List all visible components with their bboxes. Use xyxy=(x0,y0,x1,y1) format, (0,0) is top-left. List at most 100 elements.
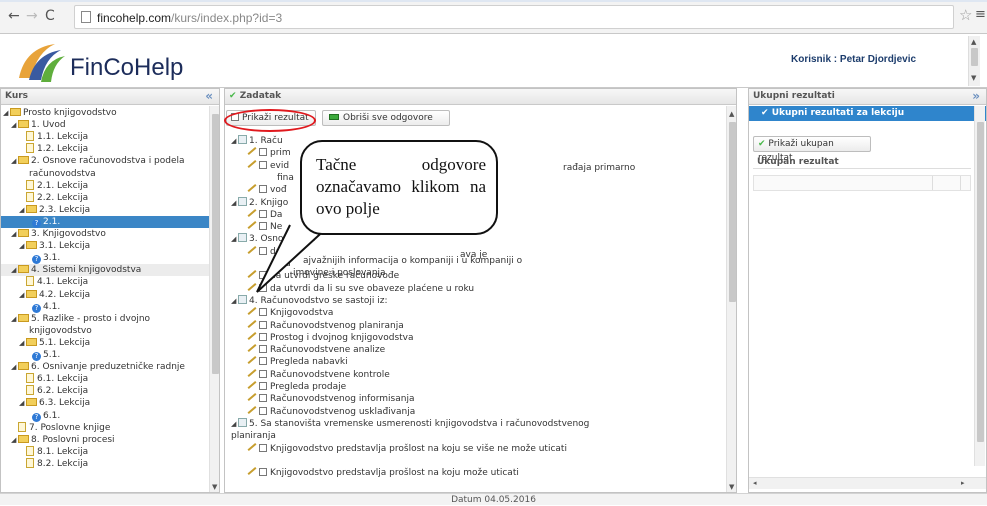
tree-scrollbar[interactable]: ▼ xyxy=(209,106,219,492)
answer-checkbox[interactable] xyxy=(259,320,267,329)
expand-icon[interactable]: ◢ xyxy=(11,361,18,373)
expand-icon[interactable]: ◢ xyxy=(11,119,18,131)
tree-item[interactable]: ◢ 4.2. Lekcija xyxy=(1,289,209,301)
tree-item[interactable]: ◢ 5. Razlike - prosto i dvojno xyxy=(1,313,209,325)
tree-item-quiz[interactable]: ? 4.1. xyxy=(1,301,209,313)
tree-item[interactable]: 6.2. Lekcija xyxy=(1,385,209,397)
tree-item[interactable]: ◢ Prosto knjigovodstvo xyxy=(1,107,209,119)
tree-item[interactable]: ◢ 6.3. Lekcija xyxy=(1,397,209,409)
expand-icon[interactable]: ◢ xyxy=(19,397,26,409)
answer-checkbox[interactable] xyxy=(259,185,267,194)
answer-row[interactable]: Računovodstvenog usklađivanja xyxy=(247,405,415,418)
answer-checkbox[interactable] xyxy=(259,406,267,415)
expand-icon[interactable]: ◢ xyxy=(11,155,18,167)
answer-checkbox[interactable] xyxy=(259,148,267,157)
show-total-button[interactable]: ✔ Prikaži ukupan rezultat xyxy=(753,136,871,163)
folder-icon xyxy=(18,120,29,129)
expand-icon[interactable]: ◢ xyxy=(231,197,238,209)
tree-item[interactable]: 6.1. Lekcija xyxy=(1,373,209,385)
tree-item[interactable]: 2.1. Lekcija xyxy=(1,179,209,192)
logo[interactable]: FinCoHelp xyxy=(15,40,185,84)
answer-row[interactable]: prim xyxy=(247,147,291,159)
answer-row[interactable]: Računovodstvenog planiranja xyxy=(247,319,404,332)
expand-icon[interactable]: ◢ xyxy=(11,434,18,446)
tree-item[interactable]: ◢ 3. Knjigovodstvo xyxy=(1,228,209,240)
forward-icon[interactable]: → xyxy=(26,9,38,23)
expand-icon[interactable]: ◢ xyxy=(11,228,18,240)
expand-icon[interactable]: ◢ xyxy=(231,418,238,430)
tree-item-label: 6.1. xyxy=(43,410,61,421)
expand-icon[interactable]: ◢ xyxy=(11,264,18,276)
results-scrollbar[interactable] xyxy=(974,106,985,466)
collapse-left-icon[interactable]: « xyxy=(205,89,213,104)
answer-row[interactable]: Knjigovodstva xyxy=(247,307,333,319)
expand-icon[interactable]: ◢ xyxy=(19,204,26,216)
tree-item[interactable]: 2.2. Lekcija xyxy=(1,191,209,204)
answer-row[interactable]: Pregleda prodaje xyxy=(247,381,346,393)
expand-icon[interactable]: ◢ xyxy=(231,295,238,307)
clear-answers-button[interactable]: Obriši sve odgovore xyxy=(322,110,450,126)
tree-item[interactable]: ◢ 8. Poslovni procesi xyxy=(1,434,209,446)
task-scrollbar[interactable]: ▲ ▼ xyxy=(726,106,736,492)
back-icon[interactable]: ← xyxy=(8,9,20,23)
answer-row[interactable]: Računovodstvene kontrole xyxy=(247,368,390,381)
answer-row[interactable]: Knjigovodstvo predstavlja prošlost na ko… xyxy=(247,467,519,479)
answer-checkbox[interactable] xyxy=(259,468,267,477)
tree-item-quiz[interactable]: ? 5.1. xyxy=(1,349,209,361)
tree-item[interactable]: računovodstva xyxy=(1,168,209,180)
header-scrollbar[interactable]: ▲ ▼ xyxy=(968,36,980,86)
reload-icon[interactable]: C xyxy=(45,9,55,23)
tree-item[interactable]: ◢ 6. Osnivanje preduzetničke radnje xyxy=(1,361,209,373)
tree-item[interactable]: ◢ 2. Osnove računovodstva i podela xyxy=(1,155,209,167)
bookmark-star-icon[interactable]: ☆ xyxy=(959,6,972,24)
expand-icon[interactable]: ◢ xyxy=(19,337,26,349)
tree-item-quiz[interactable]: ? 6.1. xyxy=(1,410,209,422)
answer-row[interactable]: Pregleda nabavki xyxy=(247,356,348,368)
tree-item[interactable]: 1.2. Lekcija xyxy=(1,143,209,155)
expand-icon[interactable]: ◢ xyxy=(231,135,238,147)
expand-icon[interactable]: ◢ xyxy=(19,289,26,301)
task-scroll-thumb[interactable] xyxy=(729,122,736,302)
answer-row[interactable]: Da xyxy=(247,208,282,221)
tree-item[interactable]: 8.2. Lekcija xyxy=(1,457,209,470)
tree-scroll-thumb[interactable] xyxy=(212,114,219,374)
tree-item[interactable]: ◢ 5.1. Lekcija xyxy=(1,337,209,349)
answer-checkbox[interactable] xyxy=(259,357,267,366)
tree-item[interactable]: 7. Poslovne knjige xyxy=(1,421,209,434)
answer-checkbox[interactable] xyxy=(259,443,267,452)
expand-icon[interactable]: ◢ xyxy=(231,233,238,245)
collapse-right-icon[interactable]: » xyxy=(972,89,980,104)
answer-checkbox[interactable] xyxy=(259,394,267,403)
answer-row[interactable]: Prostog i dvojnog knjigovodstva xyxy=(247,331,414,344)
tree-item[interactable]: ◢ 1. Uvod xyxy=(1,119,209,131)
expand-icon[interactable]: ◢ xyxy=(19,240,26,252)
answer-row[interactable]: Računovodstvene analize xyxy=(247,344,385,356)
results-scroll-thumb[interactable] xyxy=(977,122,984,442)
answer-checkbox[interactable] xyxy=(259,369,267,378)
answer-row[interactable]: Knjigovodstvo predstavlja prošlost na ko… xyxy=(247,442,567,455)
results-h-scrollbar[interactable]: ◂ ▸ xyxy=(749,477,986,489)
menu-icon[interactable]: ≡ xyxy=(975,7,986,22)
answer-row[interactable]: Računovodstvenog informisanja xyxy=(247,393,414,405)
answer-row[interactable]: vođ xyxy=(247,184,287,196)
tree-item-quiz[interactable]: ? 3.1. xyxy=(1,252,209,265)
answer-checkbox[interactable] xyxy=(259,345,267,354)
answer-checkbox[interactable] xyxy=(259,382,267,390)
answer-checkbox[interactable] xyxy=(259,308,267,317)
tree-item[interactable]: knjigovodstvo xyxy=(1,325,209,337)
tree-item[interactable]: ◢ 3.1. Lekcija xyxy=(1,240,209,252)
expand-icon[interactable]: ◢ xyxy=(3,107,10,119)
tree-item[interactable]: 4.1. Lekcija xyxy=(1,276,209,288)
expand-icon[interactable]: ◢ xyxy=(11,313,18,325)
answer-checkbox[interactable] xyxy=(259,209,267,218)
answer-checkbox[interactable] xyxy=(259,160,267,169)
address-bar[interactable]: fincohelp.com/kurs/index.php?id=3 xyxy=(74,5,954,29)
tree-item[interactable]: ◢ 4. Sistemi knjigovodstva xyxy=(1,264,209,277)
tree-item[interactable]: 8.1. Lekcija xyxy=(1,445,209,458)
tree-item-quiz[interactable]: ? 2.1. xyxy=(1,215,209,228)
answer-checkbox[interactable] xyxy=(259,332,267,341)
tree-item[interactable]: ◢ 2.3. Lekcija xyxy=(1,204,209,216)
answer-row[interactable]: evid xyxy=(247,159,289,172)
tree-item[interactable]: 1.1. Lekcija xyxy=(1,131,209,143)
lesson-results-row[interactable]: ✔ Ukupni rezultati za lekciju xyxy=(749,106,986,121)
